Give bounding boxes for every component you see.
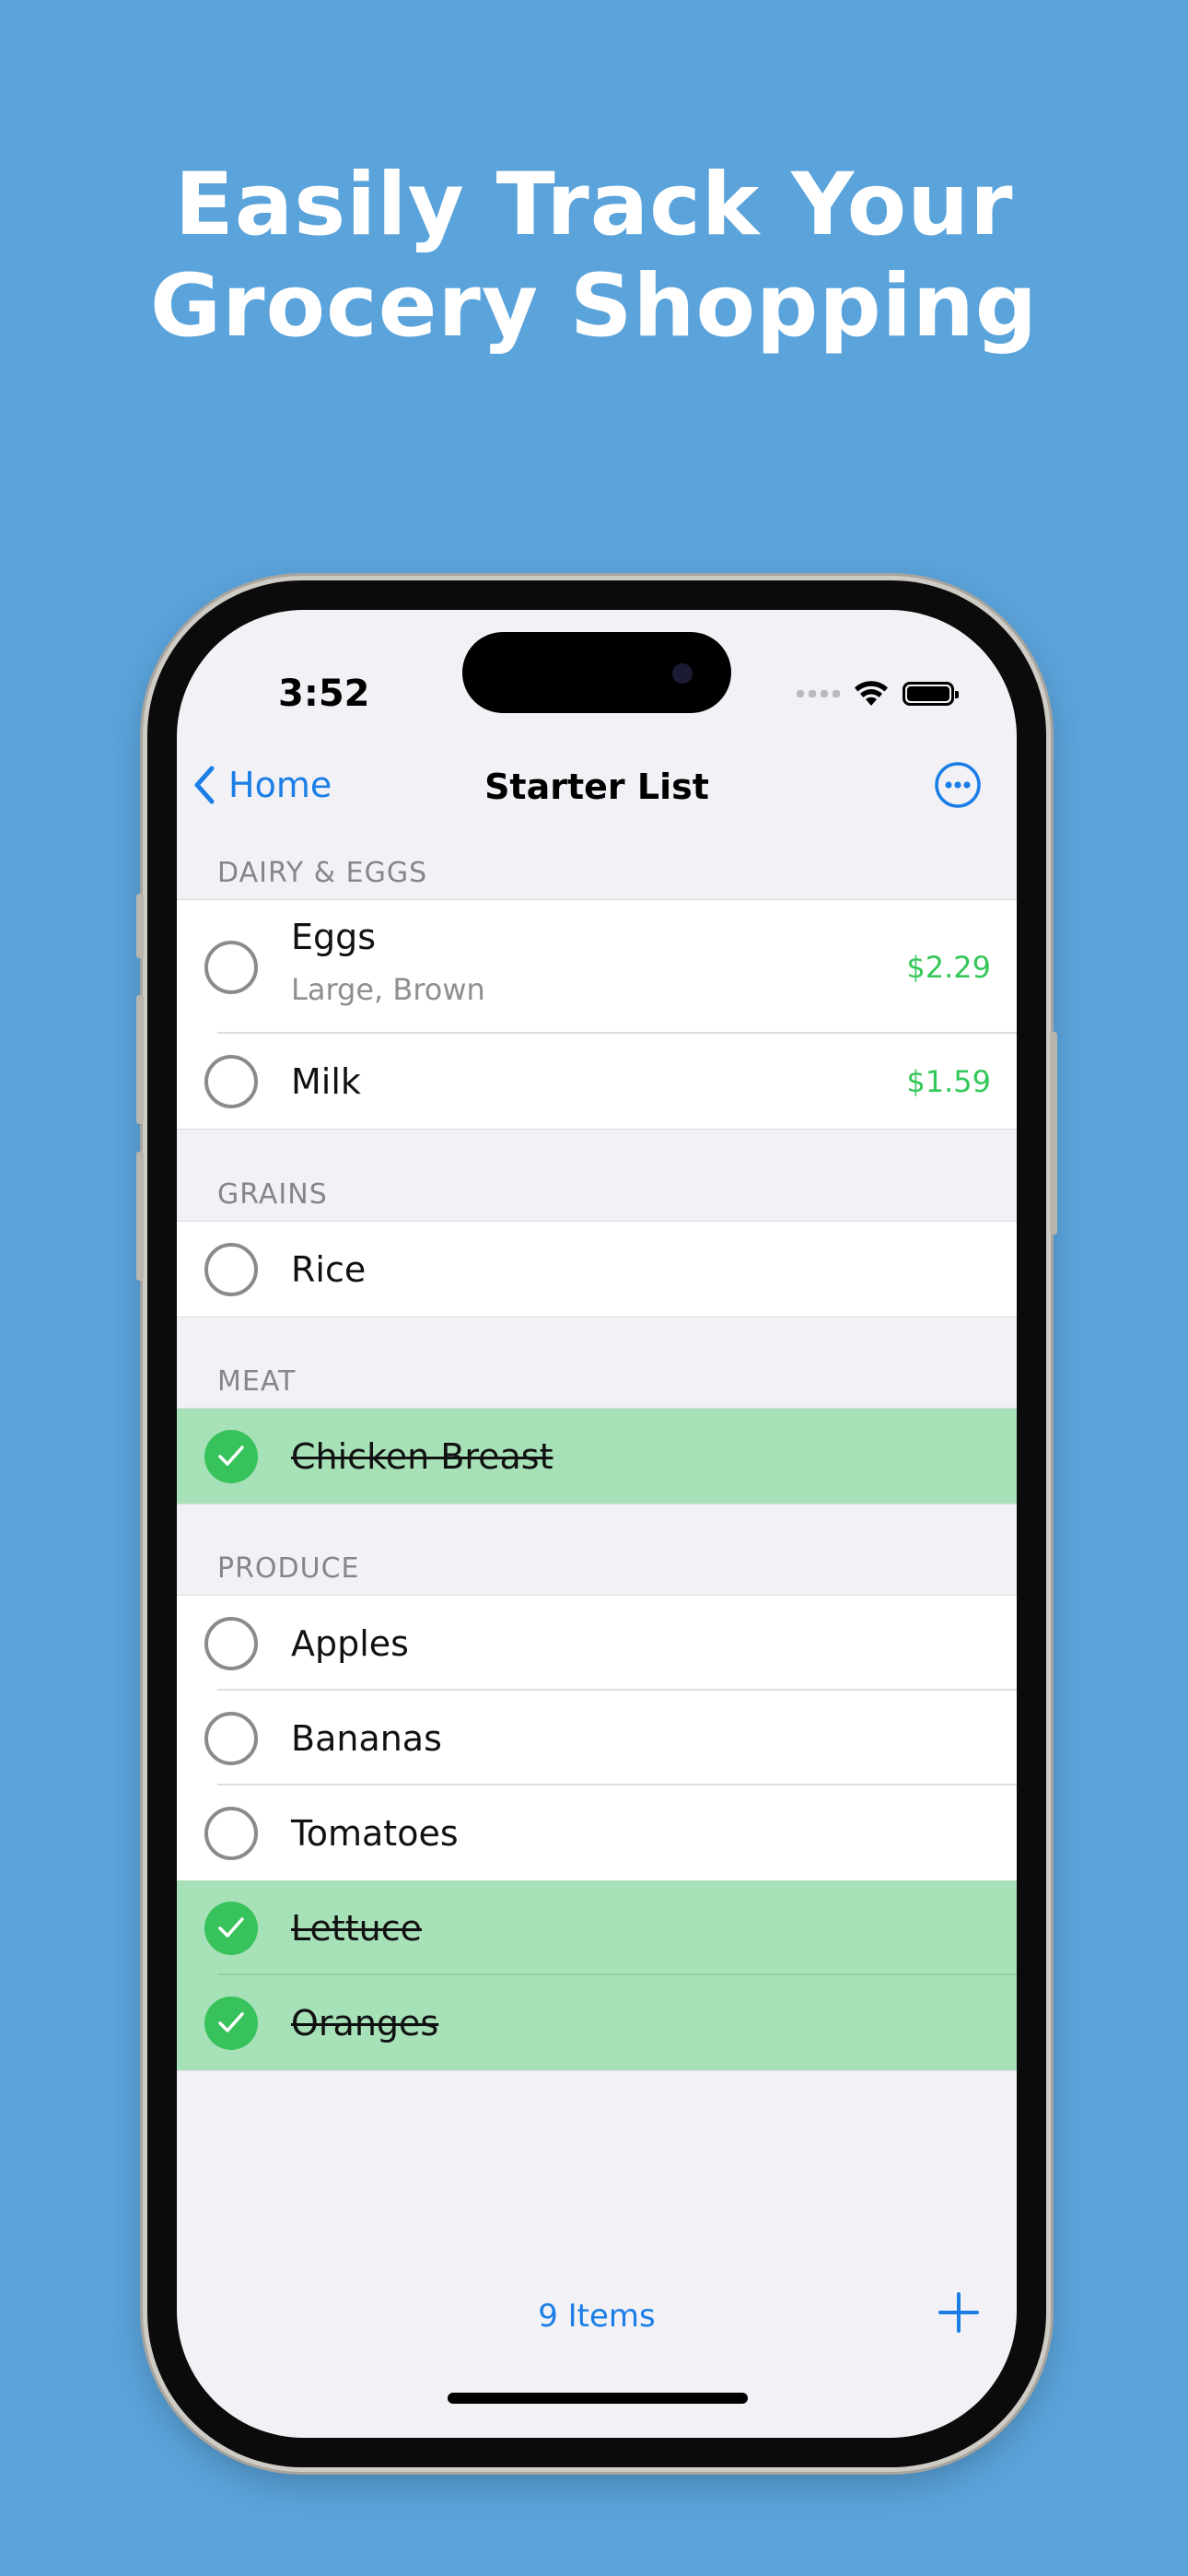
list-item[interactable]: Oranges (177, 1975, 1017, 2070)
item-name: Apples (291, 1622, 409, 1664)
volume-up-button (136, 995, 144, 1124)
list-item[interactable]: Chicken Breast (177, 1409, 1017, 1504)
list-item[interactable]: Rice (177, 1222, 1017, 1317)
item-name: Rice (291, 1248, 367, 1290)
ellipsis-circle-icon[interactable] (934, 761, 982, 809)
volume-down-button (136, 1152, 144, 1281)
status-indicators (797, 680, 959, 708)
action-button (136, 894, 144, 958)
page-title: Starter List (484, 767, 709, 807)
item-detail: Large, Brown (291, 972, 485, 1007)
item-name: Bananas (291, 1717, 442, 1759)
camera-lens-icon (672, 663, 693, 684)
section-header-meat: MEAT (217, 1365, 297, 1398)
item-count-label[interactable]: 9 Items (177, 2298, 1017, 2335)
unchecked-circle-icon[interactable] (204, 1616, 258, 1670)
list-item[interactable]: Apples (177, 1596, 1017, 1691)
headline-line-2: Grocery Shopping (149, 256, 1039, 357)
section-produce: Apples Bananas Tomatoes Lettuce Oranges (177, 1595, 1017, 2071)
phone-frame: 3:52 Home Starter List DAIRY & EGGS Eggs… (136, 580, 1057, 2467)
section-header-grains: GRAINS (217, 1178, 328, 1211)
unchecked-circle-icon[interactable] (204, 1242, 258, 1296)
item-price: $2.29 (906, 949, 991, 985)
list-item[interactable]: Eggs Large, Brown $2.29 (177, 900, 1017, 1034)
unchecked-circle-icon[interactable] (204, 1711, 258, 1765)
item-name: Chicken Breast (291, 1435, 553, 1477)
cellular-signal-icon (797, 690, 840, 697)
list-item[interactable]: Lettuce (177, 1880, 1017, 1975)
item-name: Lettuce (291, 1907, 423, 1949)
item-name: Eggs (291, 917, 377, 957)
unchecked-circle-icon[interactable] (204, 1806, 258, 1860)
dynamic-island (462, 632, 731, 713)
home-indicator (448, 2393, 748, 2404)
navigation-bar: Home Starter List (177, 748, 1017, 831)
promo-headline: Easily Track Your Grocery Shopping (0, 155, 1188, 357)
list-item[interactable]: Milk $1.59 (177, 1034, 1017, 1129)
phone-screen: 3:52 Home Starter List DAIRY & EGGS Eggs… (177, 610, 1017, 2438)
unchecked-circle-icon[interactable] (204, 940, 258, 994)
item-price: $1.59 (906, 1063, 991, 1099)
battery-icon (903, 682, 959, 706)
section-header-produce: PRODUCE (217, 1552, 360, 1585)
item-name: Milk (291, 1060, 361, 1102)
item-name: Oranges (291, 2002, 439, 2043)
item-name: Tomatoes (291, 1812, 459, 1854)
checkmark-circle-icon[interactable] (204, 1429, 258, 1483)
section-meat: Chicken Breast (177, 1408, 1017, 1505)
headline-line-1: Easily Track Your (174, 155, 1014, 255)
section-grains: Rice (177, 1221, 1017, 1317)
status-time: 3:52 (278, 673, 370, 715)
plus-icon[interactable] (936, 2289, 982, 2336)
checkmark-circle-icon[interactable] (204, 1901, 258, 1955)
section-header-dairy-eggs: DAIRY & EGGS (217, 857, 428, 889)
power-button (1050, 1032, 1057, 1235)
list-item[interactable]: Bananas (177, 1691, 1017, 1786)
checkmark-circle-icon[interactable] (204, 1996, 258, 2050)
list-item[interactable]: Tomatoes (177, 1786, 1017, 1880)
wifi-icon (855, 681, 888, 706)
unchecked-circle-icon[interactable] (204, 1054, 258, 1108)
section-dairy-eggs: Eggs Large, Brown $2.29 Milk $1.59 (177, 899, 1017, 1130)
